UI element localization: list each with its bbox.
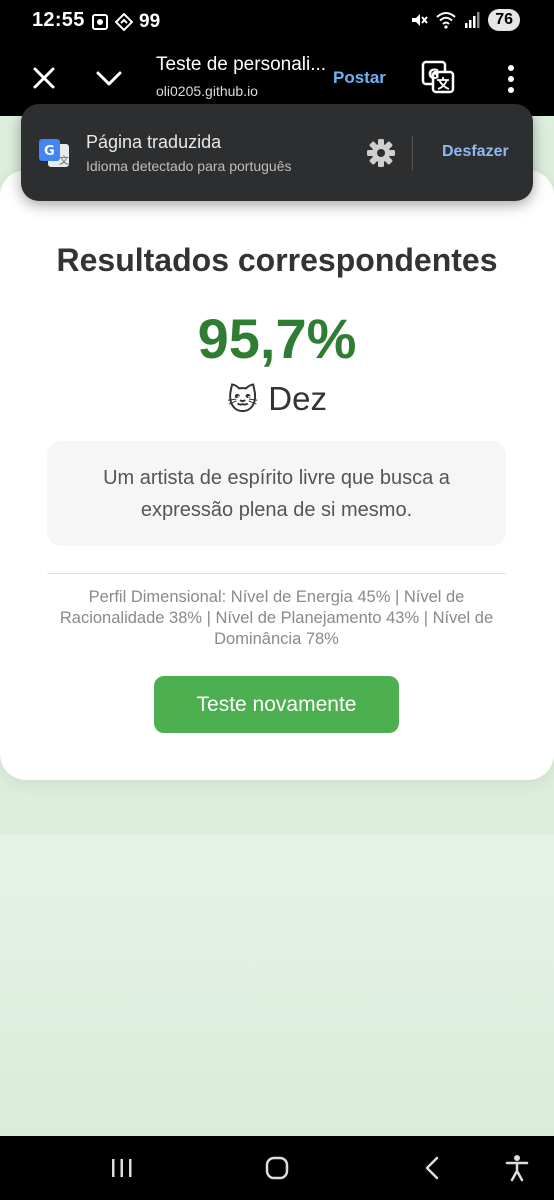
- more-vert-icon[interactable]: [506, 64, 516, 94]
- home-icon[interactable]: [265, 1156, 289, 1180]
- popup-separator: [412, 136, 413, 170]
- status-notification-icons: 99: [91, 11, 160, 33]
- battery-level: 76: [488, 9, 520, 31]
- svg-text:文: 文: [59, 154, 69, 167]
- system-nav-bar: [0, 1136, 554, 1200]
- page-title[interactable]: Teste de personali...: [156, 54, 326, 76]
- accessibility-icon[interactable]: [504, 1154, 530, 1182]
- result-heading: Resultados correspondentes: [56, 242, 498, 278]
- wifi-icon: [436, 12, 456, 29]
- svg-text:G: G: [44, 144, 55, 159]
- status-system-icons: 76: [410, 9, 520, 31]
- type-name: Dez: [268, 380, 327, 417]
- status-bar: 12:55 99 76: [0, 0, 554, 42]
- signal-icon: [465, 12, 480, 28]
- page-url[interactable]: oli0205.github.io: [156, 83, 258, 99]
- divider: [47, 573, 506, 574]
- back-icon[interactable]: [422, 1156, 442, 1180]
- match-percent: 95,7%: [197, 307, 357, 370]
- status-time: 12:55: [32, 9, 85, 31]
- description-box: Um artista de espírito livre que busca a…: [47, 441, 506, 546]
- retry-button[interactable]: Teste novamente: [154, 676, 399, 733]
- google-translate-logo: G 文: [39, 139, 69, 167]
- popup-title: Página traduzida: [86, 132, 222, 152]
- cat-icon: 🐱: [227, 384, 259, 417]
- translate-icon[interactable]: G: [421, 60, 455, 94]
- mute-icon: [412, 14, 428, 26]
- page-content: Resultados correspondentes 95,7% 🐱 Dez Um…: [0, 116, 554, 1136]
- recent-apps-icon[interactable]: [110, 1158, 134, 1178]
- close-icon[interactable]: [30, 64, 58, 92]
- post-button[interactable]: Postar: [333, 68, 386, 88]
- personality-type: 🐱 Dez: [0, 380, 554, 418]
- gear-icon[interactable]: [366, 138, 396, 168]
- result-card: Resultados correspondentes 95,7% 🐱 Dez Um…: [0, 170, 554, 780]
- undo-button[interactable]: Desfazer: [442, 143, 509, 161]
- screenshot-icon: [92, 14, 108, 30]
- popup-subtitle: Idioma detectado para português: [86, 158, 292, 174]
- translate-popup: G 文 Página traduzida Idioma detectado pa…: [21, 104, 533, 201]
- nav-diamond-icon: [115, 13, 133, 31]
- dimensional-profile: Perfil Dimensional: Nível de Energia 45%…: [59, 588, 494, 648]
- chevron-down-icon[interactable]: [94, 66, 124, 90]
- description-text: Um artista de espírito livre que busca a…: [103, 466, 450, 521]
- notification-count: 99: [139, 11, 161, 32]
